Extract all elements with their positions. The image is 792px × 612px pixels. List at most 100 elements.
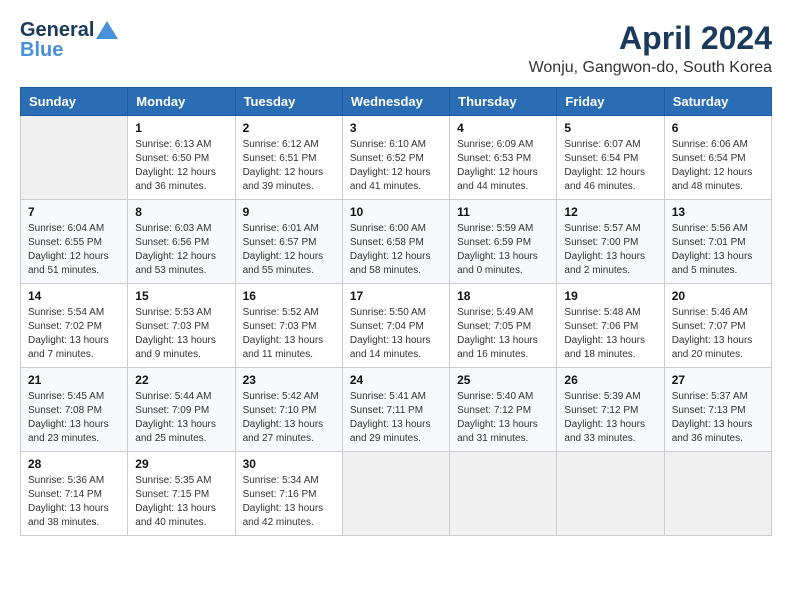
day-cell: 28Sunrise: 5:36 AMSunset: 7:14 PMDayligh… bbox=[21, 452, 128, 536]
day-cell: 13 Sunrise: 5:56 AMSunset: 7:01 PMDayligh… bbox=[664, 200, 771, 284]
day-info: Sunrise: 5:44 AMSunset: 7:09 PMDaylight:… bbox=[135, 390, 227, 446]
day-number: 18 bbox=[457, 289, 549, 303]
week-row-2: 7Sunrise: 6:04 AMSunset: 6:55 PMDaylight… bbox=[21, 200, 772, 284]
day-number: 12 bbox=[564, 205, 656, 219]
day-cell: 3 Sunrise: 6:10 AMSunset: 6:52 PMDaylight… bbox=[342, 116, 449, 200]
day-info: Sunrise: 5:39 AMSunset: 7:12 PMDaylight:… bbox=[564, 390, 656, 446]
day-number: 11 bbox=[457, 205, 549, 219]
day-info: Sunrise: 6:10 AMSunset: 6:52 PMDaylight:… bbox=[350, 138, 442, 194]
month-title: April 2024 bbox=[529, 20, 772, 57]
day-info: Sunrise: 5:42 AMSunset: 7:10 PMDaylight:… bbox=[243, 390, 335, 446]
day-info: Sunrise: 5:45 AMSunset: 7:08 PMDaylight:… bbox=[28, 390, 120, 446]
day-header-tuesday: Tuesday bbox=[235, 88, 342, 116]
day-cell: 24Sunrise: 5:41 AMSunset: 7:11 PMDayligh… bbox=[342, 368, 449, 452]
day-number: 4 bbox=[457, 121, 549, 135]
day-number: 22 bbox=[135, 373, 227, 387]
day-cell: 2 Sunrise: 6:12 AMSunset: 6:51 PMDaylight… bbox=[235, 116, 342, 200]
day-cell: 27 Sunrise: 5:37 AMSunset: 7:13 PMDayligh… bbox=[664, 368, 771, 452]
day-number: 10 bbox=[350, 205, 442, 219]
day-number: 2 bbox=[243, 121, 335, 135]
day-number: 5 bbox=[564, 121, 656, 135]
day-number: 6 bbox=[672, 121, 764, 135]
day-cell: 12 Sunrise: 5:57 AMSunset: 7:00 PMDayligh… bbox=[557, 200, 664, 284]
day-number: 14 bbox=[28, 289, 120, 303]
day-cell: 29Sunrise: 5:35 AMSunset: 7:15 PMDayligh… bbox=[128, 452, 235, 536]
day-info: Sunrise: 6:01 AMSunset: 6:57 PMDaylight:… bbox=[243, 222, 335, 278]
day-header-monday: Monday bbox=[128, 88, 235, 116]
day-number: 15 bbox=[135, 289, 227, 303]
day-number: 19 bbox=[564, 289, 656, 303]
day-cell: 10 Sunrise: 6:00 AMSunset: 6:58 PMDayligh… bbox=[342, 200, 449, 284]
logo-general: General bbox=[20, 20, 94, 40]
day-info: Sunrise: 6:06 AMSunset: 6:54 PMDaylight:… bbox=[672, 138, 764, 194]
day-cell bbox=[21, 116, 128, 200]
day-cell: 22 Sunrise: 5:44 AMSunset: 7:09 PMDayligh… bbox=[128, 368, 235, 452]
title-section: April 2024 Wonju, Gangwon-do, South Kore… bbox=[529, 20, 772, 77]
day-number: 8 bbox=[135, 205, 227, 219]
day-info: Sunrise: 6:12 AMSunset: 6:51 PMDaylight:… bbox=[243, 138, 335, 194]
day-number: 17 bbox=[350, 289, 442, 303]
day-cell bbox=[664, 452, 771, 536]
day-header-sunday: Sunday bbox=[21, 88, 128, 116]
day-info: Sunrise: 6:13 AMSunset: 6:50 PMDaylight:… bbox=[135, 138, 227, 194]
day-info: Sunrise: 5:59 AMSunset: 6:59 PMDaylight:… bbox=[457, 222, 549, 278]
day-info: Sunrise: 6:00 AMSunset: 6:58 PMDaylight:… bbox=[350, 222, 442, 278]
day-cell: 4 Sunrise: 6:09 AMSunset: 6:53 PMDaylight… bbox=[450, 116, 557, 200]
day-number: 20 bbox=[672, 289, 764, 303]
logo-blue: Blue bbox=[20, 39, 63, 61]
day-cell: 14Sunrise: 5:54 AMSunset: 7:02 PMDayligh… bbox=[21, 284, 128, 368]
day-info: Sunrise: 5:57 AMSunset: 7:00 PMDaylight:… bbox=[564, 222, 656, 278]
week-row-4: 21 Sunrise: 5:45 AMSunset: 7:08 PMDayligh… bbox=[21, 368, 772, 452]
day-header-friday: Friday bbox=[557, 88, 664, 116]
day-cell: 20 Sunrise: 5:46 AMSunset: 7:07 PMDayligh… bbox=[664, 284, 771, 368]
day-info: Sunrise: 5:34 AMSunset: 7:16 PMDaylight:… bbox=[243, 474, 335, 530]
logo-icon bbox=[96, 21, 118, 39]
day-info: Sunrise: 5:52 AMSunset: 7:03 PMDaylight:… bbox=[243, 306, 335, 362]
week-row-5: 28Sunrise: 5:36 AMSunset: 7:14 PMDayligh… bbox=[21, 452, 772, 536]
header-row: SundayMondayTuesdayWednesdayThursdayFrid… bbox=[21, 88, 772, 116]
day-info: Sunrise: 5:48 AMSunset: 7:06 PMDaylight:… bbox=[564, 306, 656, 362]
day-info: Sunrise: 6:03 AMSunset: 6:56 PMDaylight:… bbox=[135, 222, 227, 278]
day-header-thursday: Thursday bbox=[450, 88, 557, 116]
day-number: 13 bbox=[672, 205, 764, 219]
day-number: 21 bbox=[28, 373, 120, 387]
day-cell: 9 Sunrise: 6:01 AMSunset: 6:57 PMDaylight… bbox=[235, 200, 342, 284]
day-number: 3 bbox=[350, 121, 442, 135]
day-number: 9 bbox=[243, 205, 335, 219]
day-cell: 5 Sunrise: 6:07 AMSunset: 6:54 PMDaylight… bbox=[557, 116, 664, 200]
week-row-3: 14Sunrise: 5:54 AMSunset: 7:02 PMDayligh… bbox=[21, 284, 772, 368]
day-number: 7 bbox=[28, 205, 120, 219]
day-number: 30 bbox=[243, 457, 335, 471]
day-cell: 6 Sunrise: 6:06 AMSunset: 6:54 PMDaylight… bbox=[664, 116, 771, 200]
day-cell: 25Sunrise: 5:40 AMSunset: 7:12 PMDayligh… bbox=[450, 368, 557, 452]
day-number: 16 bbox=[243, 289, 335, 303]
day-info: Sunrise: 5:49 AMSunset: 7:05 PMDaylight:… bbox=[457, 306, 549, 362]
day-cell: 18 Sunrise: 5:49 AMSunset: 7:05 PMDayligh… bbox=[450, 284, 557, 368]
day-info: Sunrise: 6:09 AMSunset: 6:53 PMDaylight:… bbox=[457, 138, 549, 194]
day-cell: 15 Sunrise: 5:53 AMSunset: 7:03 PMDayligh… bbox=[128, 284, 235, 368]
day-info: Sunrise: 5:56 AMSunset: 7:01 PMDaylight:… bbox=[672, 222, 764, 278]
day-number: 23 bbox=[243, 373, 335, 387]
day-info: Sunrise: 5:50 AMSunset: 7:04 PMDaylight:… bbox=[350, 306, 442, 362]
day-cell bbox=[557, 452, 664, 536]
day-cell: 1 Sunrise: 6:13 AMSunset: 6:50 PMDaylight… bbox=[128, 116, 235, 200]
day-number: 1 bbox=[135, 121, 227, 135]
day-info: Sunrise: 5:46 AMSunset: 7:07 PMDaylight:… bbox=[672, 306, 764, 362]
day-cell: 11 Sunrise: 5:59 AMSunset: 6:59 PMDayligh… bbox=[450, 200, 557, 284]
day-info: Sunrise: 5:37 AMSunset: 7:13 PMDaylight:… bbox=[672, 390, 764, 446]
day-info: Sunrise: 5:41 AMSunset: 7:11 PMDaylight:… bbox=[350, 390, 442, 446]
day-cell: 19 Sunrise: 5:48 AMSunset: 7:06 PMDayligh… bbox=[557, 284, 664, 368]
week-row-1: 1 Sunrise: 6:13 AMSunset: 6:50 PMDaylight… bbox=[21, 116, 772, 200]
day-header-saturday: Saturday bbox=[664, 88, 771, 116]
calendar-table: SundayMondayTuesdayWednesdayThursdayFrid… bbox=[20, 87, 772, 536]
page-header: General Blue April 2024 Wonju, Gangwon-d… bbox=[20, 20, 772, 77]
day-cell: 23 Sunrise: 5:42 AMSunset: 7:10 PMDayligh… bbox=[235, 368, 342, 452]
day-cell: 16 Sunrise: 5:52 AMSunset: 7:03 PMDayligh… bbox=[235, 284, 342, 368]
day-info: Sunrise: 5:53 AMSunset: 7:03 PMDaylight:… bbox=[135, 306, 227, 362]
day-info: Sunrise: 6:07 AMSunset: 6:54 PMDaylight:… bbox=[564, 138, 656, 194]
day-number: 26 bbox=[564, 373, 656, 387]
day-number: 27 bbox=[672, 373, 764, 387]
day-number: 25 bbox=[457, 373, 549, 387]
day-header-wednesday: Wednesday bbox=[342, 88, 449, 116]
day-cell: 7Sunrise: 6:04 AMSunset: 6:55 PMDaylight… bbox=[21, 200, 128, 284]
